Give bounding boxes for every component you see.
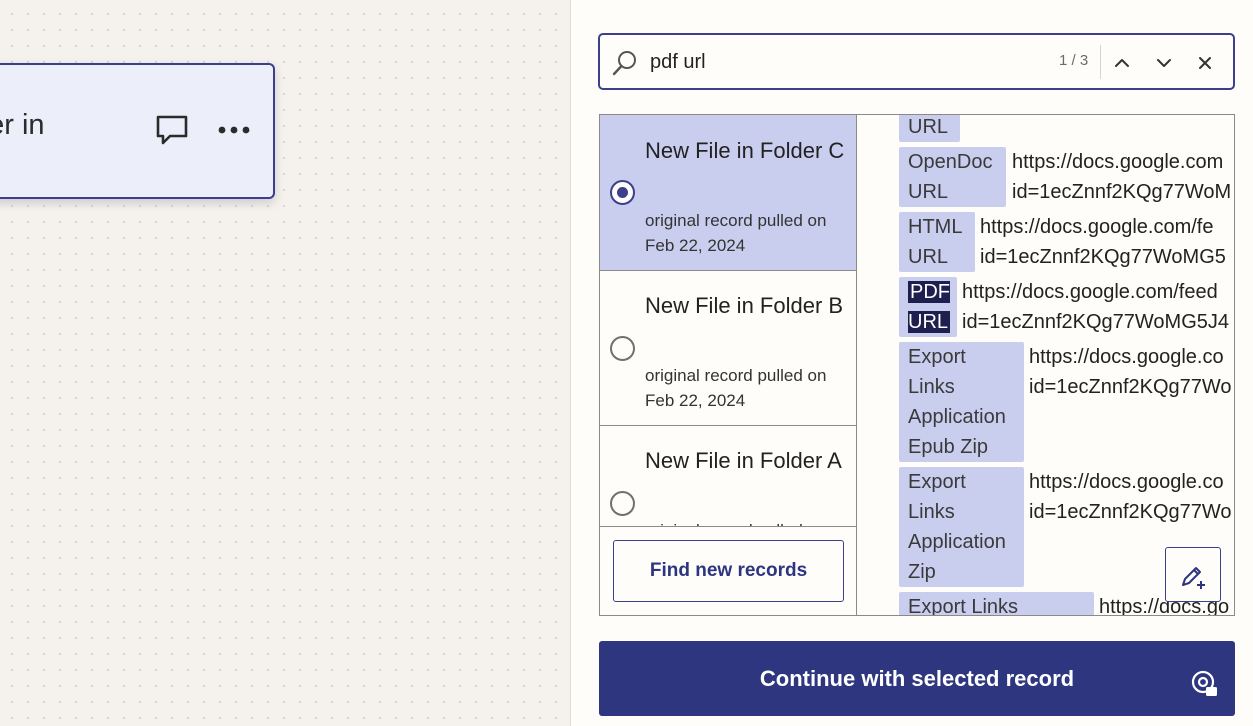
- record-selection-panel: 1 / 3 New File in Folder C original reco…: [570, 0, 1253, 726]
- record-list[interactable]: New File in Folder C original record pul…: [600, 115, 857, 615]
- record-radio[interactable]: [610, 491, 635, 516]
- field-key-html-url: HTML URL: [899, 212, 975, 272]
- records-container: New File in Folder C original record pul…: [599, 114, 1235, 616]
- record-item-folder-b[interactable]: New File in Folder B original record pul…: [600, 270, 856, 426]
- record-radio-selected[interactable]: [610, 180, 635, 205]
- record-fields[interactable]: URL OpenDoc URL https://docs.google.com …: [858, 115, 1234, 615]
- record-title: New File in Folder B: [645, 293, 844, 318]
- edit-record-button[interactable]: [1165, 547, 1221, 602]
- record-title: New File in Folder C: [645, 138, 845, 163]
- search-input[interactable]: [650, 47, 1040, 77]
- field-value-export-links-zip: https://docs.google.co id=1ecZnnf2KQg77W…: [1029, 471, 1232, 523]
- record-radio[interactable]: [610, 336, 635, 361]
- field-key-url: URL: [899, 115, 960, 142]
- previous-match-icon[interactable]: [1108, 49, 1136, 77]
- edit-add-icon: [1182, 567, 1205, 589]
- field-value-export-links-epub: https://docs.google.co id=1ecZnnf2KQg77W…: [1029, 346, 1232, 398]
- field-value-html-url: https://docs.google.com/fe id=1ecZnnf2KQ…: [980, 216, 1226, 268]
- comment-icon[interactable]: [155, 113, 189, 147]
- close-search-icon[interactable]: [1191, 49, 1219, 77]
- field-key-export-links-zip: Export Links Application Zip: [899, 467, 1024, 587]
- support-agent-icon: [1191, 670, 1217, 696]
- record-subtitle: original record pulled on Feb 22, 2024: [645, 211, 827, 255]
- find-new-records-button[interactable]: Find new records: [613, 540, 844, 602]
- field-value-pdf-url: https://docs.google.com/feed id=1ecZnnf2…: [962, 281, 1230, 333]
- more-options-icon[interactable]: [217, 123, 251, 137]
- search-match-count: 1 / 3: [1059, 52, 1089, 69]
- field-key-export-links-epub: Export Links Application Epub Zip: [899, 342, 1024, 462]
- field-key-opendoc-url: OpenDoc URL: [899, 147, 1006, 207]
- step-card-title: der in: [0, 109, 45, 141]
- field-value-opendoc-url: https://docs.google.com id=1ecZnnf2KQg77…: [1012, 151, 1232, 203]
- record-list-footer: Find new records: [600, 526, 856, 615]
- continue-with-selected-record-button[interactable]: Continue with selected record: [599, 641, 1235, 716]
- help-chat-button[interactable]: [1174, 653, 1234, 715]
- field-key-export-links: Export Links: [899, 592, 1094, 615]
- search-bar: 1 / 3: [598, 33, 1235, 90]
- search-icon: [612, 51, 636, 76]
- workflow-canvas[interactable]: der in: [0, 0, 570, 726]
- record-subtitle: original record pulled on Feb 22, 2024: [645, 366, 827, 410]
- record-title: New File in Folder A: [645, 448, 842, 473]
- step-card[interactable]: der in: [0, 63, 275, 199]
- search-highlight: PDF URL: [908, 281, 951, 333]
- record-item-folder-c[interactable]: New File in Folder C original record pul…: [600, 115, 856, 271]
- next-match-icon[interactable]: [1150, 49, 1178, 77]
- field-key-pdf-url: PDF URL: [899, 277, 957, 337]
- search-divider: [1100, 45, 1101, 79]
